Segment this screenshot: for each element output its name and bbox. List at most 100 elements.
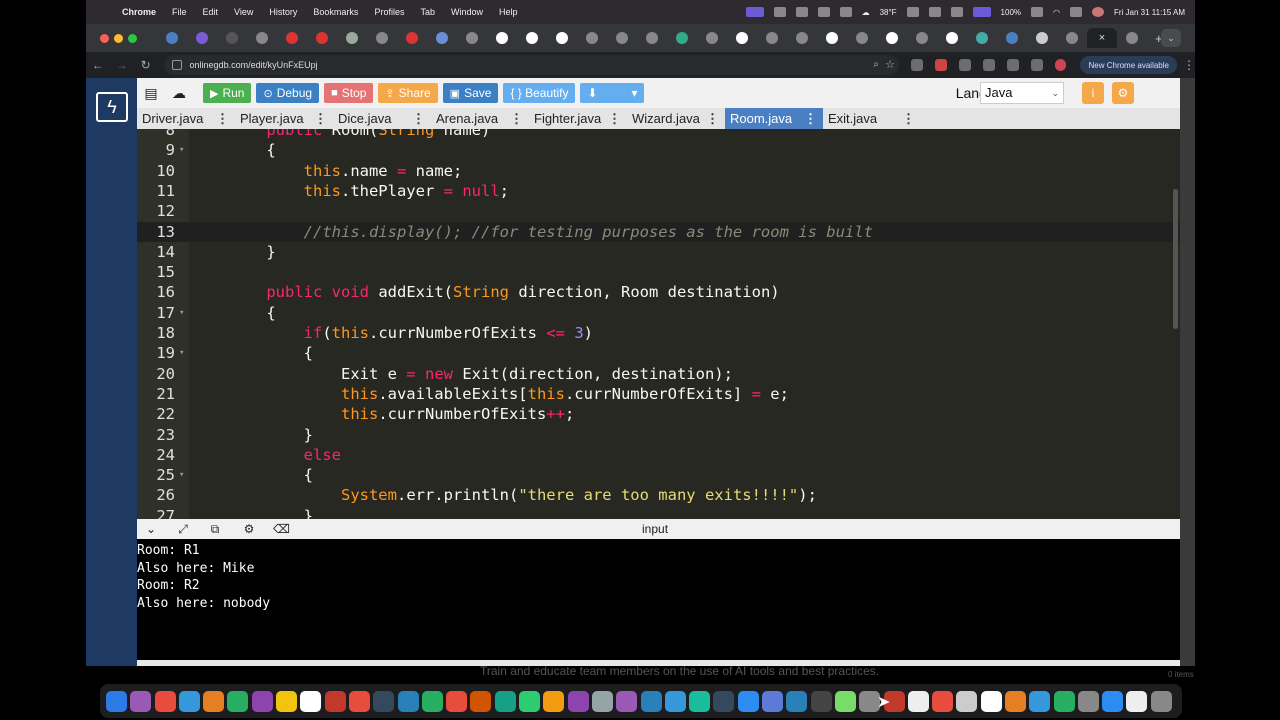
- extension-icon[interactable]: [934, 59, 947, 71]
- dock-app-icon[interactable]: [664, 690, 686, 712]
- file-tab[interactable]: Wizard.java ⋮: [627, 108, 725, 129]
- clock-text[interactable]: Fri Jan 31 11:15 AM: [1114, 8, 1185, 17]
- dock-app-icon[interactable]: [300, 690, 322, 712]
- code-line[interactable]: 8 public Room(String name): [137, 129, 1180, 140]
- code-line[interactable]: 27 }: [137, 506, 1180, 519]
- tab-menu-icon[interactable]: ⋮: [608, 111, 621, 127]
- dock-app-icon[interactable]: [373, 690, 395, 712]
- browser-tab[interactable]: [1027, 28, 1057, 48]
- dock-app-icon[interactable]: [494, 690, 516, 712]
- browser-tab[interactable]: [577, 28, 607, 48]
- browser-tab[interactable]: [757, 28, 787, 48]
- chevron-down-icon[interactable]: ⌄: [143, 521, 159, 537]
- browser-tab[interactable]: [817, 28, 847, 48]
- browser-tab[interactable]: [937, 28, 967, 48]
- run-button[interactable]: ▶ Run: [203, 83, 252, 103]
- browser-tab[interactable]: [847, 28, 877, 48]
- forward-icon[interactable]: →: [110, 58, 134, 72]
- expand-icon[interactable]: ⤢: [175, 521, 191, 537]
- info-icon[interactable]: i: [1082, 82, 1104, 104]
- fold-marker-icon[interactable]: ▾: [179, 465, 184, 485]
- dropbox-icon[interactable]: [839, 7, 852, 17]
- gamepad-icon[interactable]: [950, 7, 963, 17]
- gear-icon[interactable]: ⚙: [241, 521, 257, 537]
- browser-tab[interactable]: [877, 28, 907, 48]
- dock-app-icon[interactable]: [154, 690, 176, 712]
- copy-icon[interactable]: ⧉: [207, 521, 223, 537]
- code-line[interactable]: 10 this.name = name;: [137, 161, 1180, 181]
- browser-tab[interactable]: [427, 28, 457, 48]
- dock-app-icon[interactable]: [713, 690, 735, 712]
- status-icon[interactable]: [795, 7, 808, 17]
- update-chrome-button[interactable]: New Chrome available: [1080, 56, 1177, 74]
- battery-icon[interactable]: [1031, 7, 1044, 17]
- tab-menu-icon[interactable]: ⋮: [314, 111, 327, 127]
- dock-app-icon[interactable]: [324, 690, 346, 712]
- browser-tab[interactable]: [967, 28, 997, 48]
- weather-icon[interactable]: ☁: [862, 8, 870, 17]
- file-tab[interactable]: Player.java ⋮: [235, 108, 333, 129]
- dock-app-icon[interactable]: [834, 690, 856, 712]
- browser-tab[interactable]: [907, 28, 937, 48]
- extension-icon[interactable]: [958, 59, 971, 71]
- profile-avatar[interactable]: [1054, 59, 1067, 71]
- dock-app-icon[interactable]: [762, 690, 784, 712]
- code-line[interactable]: 14 }: [137, 242, 1180, 262]
- file-tab[interactable]: Room.java ⋮: [725, 108, 823, 129]
- code-line[interactable]: 18 if(this.currNumberOfExits <= 3): [137, 323, 1180, 343]
- menu-window[interactable]: Window: [451, 7, 483, 17]
- extension-icon[interactable]: [911, 59, 923, 71]
- browser-tab[interactable]: [187, 28, 217, 48]
- share-button[interactable]: ⇪ Share: [378, 83, 438, 103]
- extension-icon[interactable]: [982, 59, 995, 71]
- browser-tab[interactable]: [247, 28, 277, 48]
- chevron-down-icon[interactable]: ⌄: [1161, 29, 1181, 47]
- dock-app-icon[interactable]: [1077, 690, 1099, 712]
- dock-app-icon[interactable]: [106, 690, 127, 712]
- browser-tab[interactable]: [697, 28, 727, 48]
- file-tab[interactable]: Dice.java ⋮: [333, 108, 431, 129]
- save-button[interactable]: ▣ Save: [442, 83, 499, 103]
- extensions-puzzle-icon[interactable]: [1030, 59, 1043, 71]
- fold-marker-icon[interactable]: ▾: [179, 343, 184, 363]
- wifi-icon[interactable]: ◠: [1053, 8, 1060, 17]
- code-line[interactable]: 25 ▾ {: [137, 465, 1180, 485]
- gear-icon[interactable]: ⚙: [1112, 82, 1134, 104]
- code-line[interactable]: 22 this.currNumberOfExits++;: [137, 404, 1180, 424]
- dock-app-icon[interactable]: [251, 690, 273, 712]
- dock-app-icon[interactable]: [446, 690, 468, 712]
- code-line[interactable]: 17 ▾ {: [137, 303, 1180, 323]
- minimize-window-icon[interactable]: [114, 33, 123, 43]
- browser-tab[interactable]: [547, 28, 577, 48]
- tab-menu-icon[interactable]: ⋮: [804, 111, 817, 127]
- dock-app-icon[interactable]: [178, 690, 200, 712]
- dock-app-icon[interactable]: [591, 690, 613, 712]
- tab-menu-icon[interactable]: ⋮: [216, 111, 229, 127]
- dock-app-icon[interactable]: [810, 690, 832, 712]
- dock-app-icon[interactable]: [227, 690, 249, 712]
- code-line[interactable]: 20 Exit e = new Exit(direction, destinat…: [137, 364, 1180, 384]
- tab-menu-icon[interactable]: ⋮: [510, 111, 523, 127]
- browser-tab[interactable]: [997, 28, 1027, 48]
- dock-app-icon[interactable]: [1053, 690, 1075, 712]
- browser-tab[interactable]: [667, 28, 697, 48]
- browser-tab[interactable]: [217, 28, 247, 48]
- code-line[interactable]: 24 else: [137, 445, 1180, 465]
- menu-history[interactable]: History: [269, 7, 297, 17]
- download-button[interactable]: ⬇ ▾: [580, 83, 645, 103]
- dock-app-icon[interactable]: [689, 690, 711, 712]
- code-line[interactable]: 21 this.availableExits[this.currNumberOf…: [137, 384, 1180, 404]
- extension-icon[interactable]: [1006, 59, 1019, 71]
- dock-app-icon[interactable]: [956, 690, 978, 712]
- reload-icon[interactable]: ↻: [134, 58, 158, 72]
- stop-button[interactable]: ■ Stop: [324, 83, 374, 103]
- dock-app-icon[interactable]: [130, 690, 152, 712]
- code-line[interactable]: 12: [137, 201, 1180, 221]
- search-icon[interactable]: [1070, 7, 1082, 17]
- file-tab[interactable]: Arena.java ⋮: [431, 108, 529, 129]
- file-tab[interactable]: Fighter.java ⋮: [529, 108, 627, 129]
- dock-app-icon[interactable]: [932, 690, 954, 712]
- status-icon[interactable]: [773, 7, 786, 17]
- menu-file[interactable]: File: [172, 7, 187, 17]
- dock-app-icon[interactable]: [1150, 690, 1172, 712]
